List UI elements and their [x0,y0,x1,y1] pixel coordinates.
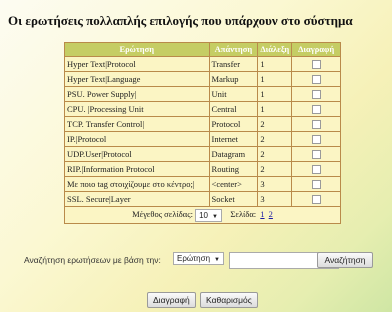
delete-checkbox[interactable] [311,120,321,130]
table-row: CPU. |Processing Unit Central 1 [64,101,341,117]
answer-cell: Internet [208,131,259,147]
lecture-cell: 3 [257,176,293,192]
question-cell: UDP.User|Protocol [64,146,210,162]
delete-checkbox[interactable] [311,90,321,100]
table-row: UDP.User|Protocol Datagram 2 [64,146,341,162]
answer-cell: Markup [208,71,259,87]
chevron-down-icon: ▼ [214,257,220,263]
table-header-row: Ερώτηση Απάντηση Διάλεξη Διαγραφή [64,42,341,57]
question-cell: Hyper Text|Language [64,71,210,87]
question-cell: RIP.|Information Protocol [64,161,210,177]
table-row: IP.|Protocol Internet 2 [64,131,341,147]
delete-checkbox[interactable] [311,75,321,85]
lecture-cell: 2 [257,116,293,132]
column-header-lecture[interactable]: Διάλεξη [257,42,293,57]
delete-checkbox[interactable] [311,165,321,175]
delete-cell [291,146,341,162]
delete-checkbox[interactable] [311,105,321,115]
column-header-answer[interactable]: Απάντηση [208,42,259,57]
lecture-cell: 3 [257,191,293,207]
table-row: PSU. Power Supply| Unit 1 [64,86,341,102]
clear-button[interactable]: Καθαρισμός [200,292,258,308]
lecture-cell: 2 [257,146,293,162]
table-row: RIP.|Information Protocol Routing 2 [64,161,341,177]
delete-checkbox[interactable] [311,180,321,190]
delete-button[interactable]: Διαγραφή [147,292,196,308]
search-field-value: Ερώτηση [177,254,211,263]
delete-cell [291,131,341,147]
lecture-cell: 2 [257,131,293,147]
question-cell: Hyper Text|Protocol [64,56,210,72]
answer-cell: <center> [208,176,259,192]
table-row: Hyper Text|Language Markup 1 [64,71,341,87]
lecture-cell: 1 [257,56,293,72]
pages-label: Σελίδα: [230,209,257,220]
delete-cell [291,86,341,102]
delete-checkbox[interactable] [311,195,321,205]
questions-table: Ερώτηση Απάντηση Διάλεξη Διαγραφή Hyper … [64,42,341,224]
column-header-delete: Διαγραφή [291,42,341,57]
question-cell: SSL. Secure|Layer [64,191,210,207]
page-size-label: Μέγεθος σελίδας: [132,209,193,220]
delete-cell [291,176,341,192]
question-cell: TCP. Transfer Control| [64,116,210,132]
answer-cell: Central [208,101,259,117]
question-cell: IP.|Protocol [64,131,210,147]
chevron-down-icon: ▼ [211,213,218,220]
page-title: Οι ερωτήσεις πολλαπλής επιλογής που υπάρ… [8,13,353,28]
page-link-2[interactable]: 2 [269,209,273,219]
question-cell: PSU. Power Supply| [64,86,210,102]
delete-cell [291,191,341,207]
answer-cell: Routing [208,161,259,177]
answer-cell: Unit [208,86,259,102]
delete-checkbox[interactable] [311,135,321,145]
pager-cell: Μέγεθος σελίδας: 10 ▼ Σελίδα: 1 2 [64,206,341,224]
answer-cell: Datagram [208,146,259,162]
table-row: Με ποιο tag στοιχίζουμε στο κέντρο;| <cen… [64,176,341,192]
answer-cell: Transfer [208,56,259,72]
question-cell: Με ποιο tag στοιχίζουμε στο κέντρο;| [64,176,210,192]
answer-cell: Socket [208,191,259,207]
lecture-cell: 1 [257,101,293,117]
table-row: Hyper Text|Protocol Transfer 1 [64,56,341,72]
table-pager-row: Μέγεθος σελίδας: 10 ▼ Σελίδα: 1 2 [64,206,341,224]
delete-cell [291,56,341,72]
table-row: TCP. Transfer Control| Protocol 2 [64,116,341,132]
answer-cell: Protocol [208,116,259,132]
page-link-1[interactable]: 1 [260,209,264,219]
delete-checkbox[interactable] [311,60,321,70]
delete-cell [291,101,341,117]
search-button[interactable]: Αναζήτηση [317,252,373,268]
delete-checkbox[interactable] [311,150,321,160]
lecture-cell: 2 [257,161,293,177]
search-field-select[interactable]: Ερώτηση ▼ [173,252,224,265]
delete-cell [291,71,341,87]
delete-cell [291,161,341,177]
search-label: Αναζήτηση ερωτήσεων με βάση την: [24,255,161,265]
page-size-value: 10 [199,210,208,220]
table-row: SSL. Secure|Layer Socket 3 [64,191,341,207]
question-cell: CPU. |Processing Unit [64,101,210,117]
column-header-question[interactable]: Ερώτηση [64,42,210,57]
page-size-select[interactable]: 10 ▼ [195,208,222,222]
lecture-cell: 1 [257,86,293,102]
delete-cell [291,116,341,132]
lecture-cell: 1 [257,71,293,87]
